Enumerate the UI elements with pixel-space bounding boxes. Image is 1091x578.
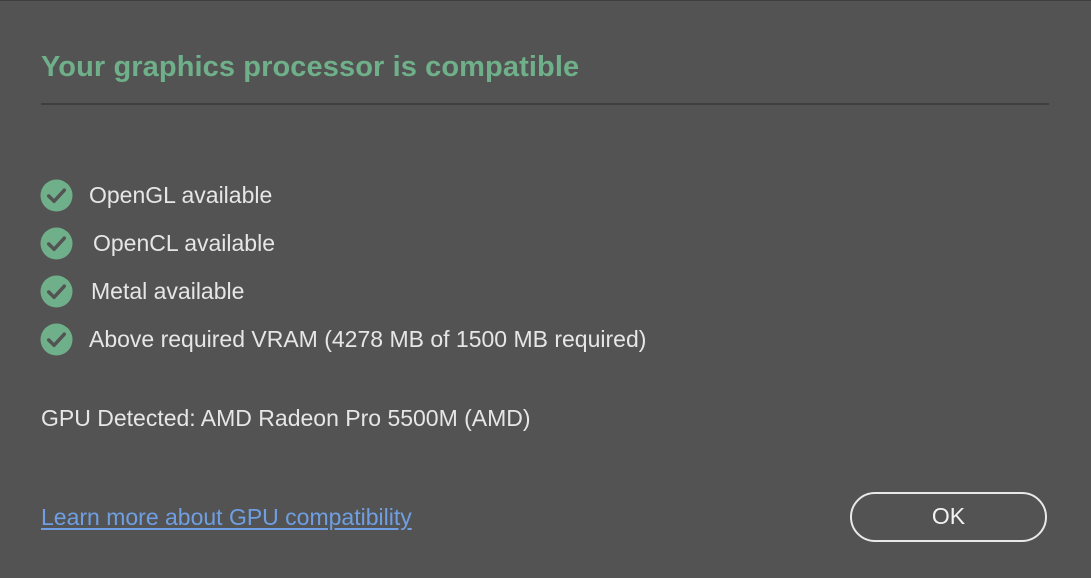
check-circle-icon bbox=[40, 178, 73, 212]
check-circle-icon bbox=[40, 226, 73, 260]
check-item-vram: Above required VRAM (4278 MB of 1500 MB … bbox=[40, 315, 646, 363]
check-item-metal: Metal available bbox=[40, 267, 646, 315]
gpu-compatibility-dialog: Your graphics processor is compatible Op… bbox=[0, 0, 1091, 578]
check-label-metal: Metal available bbox=[91, 277, 245, 304]
learn-more-gpu-link[interactable]: Learn more about GPU compatibility bbox=[41, 504, 412, 531]
gpu-detected-text: GPU Detected: AMD Radeon Pro 5500M (AMD) bbox=[41, 405, 531, 431]
check-item-opengl: OpenGL available bbox=[40, 171, 646, 219]
title-divider bbox=[41, 103, 1049, 105]
check-item-opencl: OpenCL available bbox=[40, 219, 646, 267]
compatibility-check-list: OpenGL available OpenCL available Metal … bbox=[40, 171, 646, 363]
check-label-opencl: OpenCL available bbox=[93, 229, 275, 256]
check-circle-icon bbox=[40, 274, 73, 308]
ok-button[interactable]: OK bbox=[850, 492, 1047, 542]
check-circle-icon bbox=[40, 322, 73, 356]
dialog-title: Your graphics processor is compatible bbox=[41, 51, 580, 83]
check-label-vram: Above required VRAM (4278 MB of 1500 MB … bbox=[89, 325, 647, 352]
check-label-opengl: OpenGL available bbox=[89, 181, 273, 208]
